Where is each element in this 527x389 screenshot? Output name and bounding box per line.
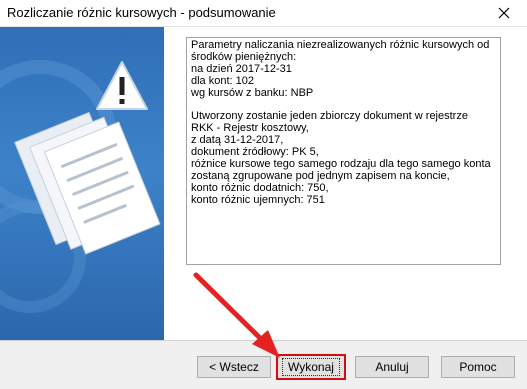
help-button[interactable]: Pomoc (441, 356, 515, 378)
wizard-side-panel (0, 27, 164, 340)
warning-icon (96, 61, 148, 110)
close-icon (498, 7, 510, 19)
summary-line: wg kursów z banku: NBP (191, 86, 314, 99)
back-button[interactable]: < Wstecz (197, 356, 271, 378)
back-button-label: < Wstecz (209, 360, 259, 374)
cancel-button[interactable]: Anuluj (355, 356, 429, 378)
execute-button-label: Wykonaj (282, 358, 340, 376)
summary-line: konto różnic ujemnych: 751 (191, 193, 325, 206)
execute-button[interactable]: Wykonaj (276, 354, 346, 380)
cancel-button-label: Anuluj (375, 360, 409, 374)
documents-warning-illustration (0, 60, 161, 313)
summary-line: na dzień 2017-12-31 (191, 62, 292, 75)
summary-text-box[interactable]: Parametry naliczania niezrealizowanych r… (186, 37, 501, 265)
summary-line: konto różnic dodatnich: 750, (191, 181, 329, 194)
close-button[interactable] (481, 0, 527, 26)
title-bar: Rozliczanie różnic kursowych - podsumowa… (0, 0, 527, 27)
help-button-label: Pomoc (459, 360, 497, 374)
summary-line: dla kont: 102 (191, 74, 254, 87)
window-title: Rozliczanie różnic kursowych - podsumowa… (7, 5, 276, 20)
separator (0, 340, 527, 341)
